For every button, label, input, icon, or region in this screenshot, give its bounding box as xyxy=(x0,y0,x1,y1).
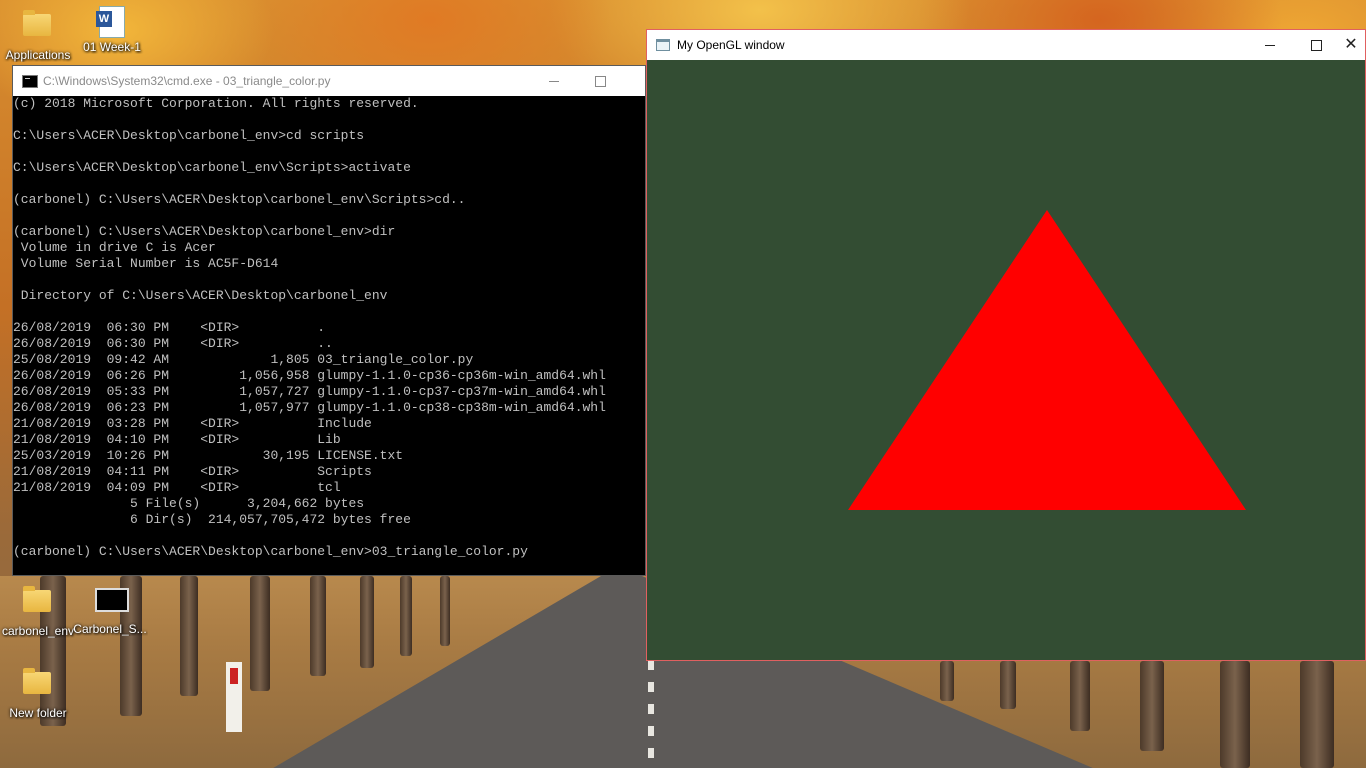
console-line: 21/08/2019 03:28 PM <DIR> Include xyxy=(13,416,372,431)
shortcut-console-icon xyxy=(95,588,129,620)
console-line: 21/08/2019 04:09 PM <DIR> tcl xyxy=(13,480,341,495)
opengl-window[interactable]: My OpenGL window ✕ xyxy=(646,29,1366,661)
opengl-close-button[interactable]: ✕ xyxy=(1337,30,1365,60)
opengl-maximize-button[interactable] xyxy=(1293,30,1339,60)
minimize-icon xyxy=(1265,44,1275,46)
console-line: Directory of C:\Users\ACER\Desktop\carbo… xyxy=(13,288,388,303)
desktop-icon-label: carbonel_env xyxy=(1,624,75,638)
window-app-icon[interactable] xyxy=(656,39,670,51)
tree-trunk xyxy=(310,576,326,676)
desktop-icon-new-folder[interactable]: New folder xyxy=(0,664,76,720)
tree-trunk xyxy=(400,576,412,656)
maximize-icon xyxy=(594,75,606,87)
console-line: 25/08/2019 09:42 AM 1,805 03_triangle_co… xyxy=(13,352,474,367)
close-icon: ✕ xyxy=(1344,36,1358,53)
desktop-icon-label: 01 Week-1 xyxy=(83,40,141,54)
console-line: 26/08/2019 06:30 PM <DIR> . xyxy=(13,320,326,335)
console-line: 6 Dir(s) 214,057,705,472 bytes free xyxy=(13,512,411,527)
folder-icon xyxy=(23,10,53,46)
opengl-minimize-button[interactable] xyxy=(1247,30,1293,60)
opengl-render-surface xyxy=(647,60,1365,660)
desktop-icon-applications[interactable]: Applications xyxy=(0,6,76,62)
tree-trunk xyxy=(1140,661,1164,751)
cmd-minimize-button[interactable] xyxy=(531,66,577,96)
console-line: C:\Users\ACER\Desktop\carbonel_env\Scrip… xyxy=(13,160,411,175)
console-line: 26/08/2019 06:30 PM <DIR> .. xyxy=(13,336,333,351)
console-line: Volume Serial Number is AC5F-D614 xyxy=(13,256,279,271)
cmd-maximize-button[interactable] xyxy=(577,66,623,96)
opengl-titlebar[interactable]: My OpenGL window ✕ xyxy=(647,30,1365,60)
tree-trunk xyxy=(1000,661,1016,709)
cmd-titlebar[interactable]: C:\Windows\System32\cmd.exe - 03_triangl… xyxy=(13,66,645,96)
console-line: 26/08/2019 06:26 PM 1,056,958 glumpy-1.1… xyxy=(13,368,606,383)
console-line: 26/08/2019 05:33 PM 1,057,727 glumpy-1.1… xyxy=(13,384,606,399)
tree-trunk xyxy=(180,576,198,696)
console-line: C:\Users\ACER\Desktop\carbonel_env>cd sc… xyxy=(13,128,365,143)
maximize-icon xyxy=(1310,39,1322,51)
opengl-canvas[interactable] xyxy=(647,60,1365,660)
tree-trunk xyxy=(440,576,450,646)
opengl-window-title: My OpenGL window xyxy=(677,38,785,52)
folder-icon xyxy=(23,586,53,622)
cmd-window[interactable]: C:\Windows\System32\cmd.exe - 03_triangl… xyxy=(12,65,646,576)
console-line: 25/03/2019 10:26 PM 30,195 LICENSE.txt xyxy=(13,448,404,463)
desktop-icon-carbonel-shortcut[interactable]: Carbonel_S... xyxy=(72,582,148,636)
tree-trunk xyxy=(1070,661,1090,731)
console-line: (carbonel) C:\Users\ACER\Desktop\carbone… xyxy=(13,192,466,207)
word-document-icon: W xyxy=(96,6,127,38)
console-line: (carbonel) C:\Users\ACER\Desktop\carbone… xyxy=(13,544,528,559)
tree-trunk xyxy=(360,576,374,668)
desktop-icon-label: Applications xyxy=(5,48,71,62)
minimize-icon xyxy=(549,80,559,82)
cmd-window-title: C:\Windows\System32\cmd.exe - 03_triangl… xyxy=(43,74,331,88)
tree-trunk xyxy=(940,661,954,701)
console-line: (c) 2018 Microsoft Corporation. All righ… xyxy=(13,96,419,111)
console-line: (carbonel) C:\Users\ACER\Desktop\carbone… xyxy=(13,224,396,239)
tree-trunk xyxy=(1220,661,1250,768)
cmd-console-output[interactable]: (c) 2018 Microsoft Corporation. All righ… xyxy=(13,96,645,575)
desktop-icon-week1-document[interactable]: W 01 Week-1 xyxy=(74,6,150,54)
desktop-icon-carbonel-env[interactable]: carbonel_env xyxy=(0,582,76,638)
desktop-icon-label: New folder xyxy=(9,706,67,720)
roadside-marker-post xyxy=(226,662,242,732)
console-line: Volume in drive C is Acer xyxy=(13,240,216,255)
console-line: 21/08/2019 04:10 PM <DIR> Lib xyxy=(13,432,341,447)
desktop-icon-label: Carbonel_S... xyxy=(73,622,147,636)
folder-icon xyxy=(23,668,53,704)
console-line: 5 File(s) 3,204,662 bytes xyxy=(13,496,365,511)
console-line: 21/08/2019 04:11 PM <DIR> Scripts xyxy=(13,464,372,479)
console-line: 26/08/2019 06:23 PM 1,057,977 glumpy-1.1… xyxy=(13,400,606,415)
road-center-line xyxy=(648,660,654,768)
console-app-icon[interactable] xyxy=(22,75,38,88)
tree-trunk xyxy=(1300,661,1334,768)
tree-trunk xyxy=(250,576,270,691)
